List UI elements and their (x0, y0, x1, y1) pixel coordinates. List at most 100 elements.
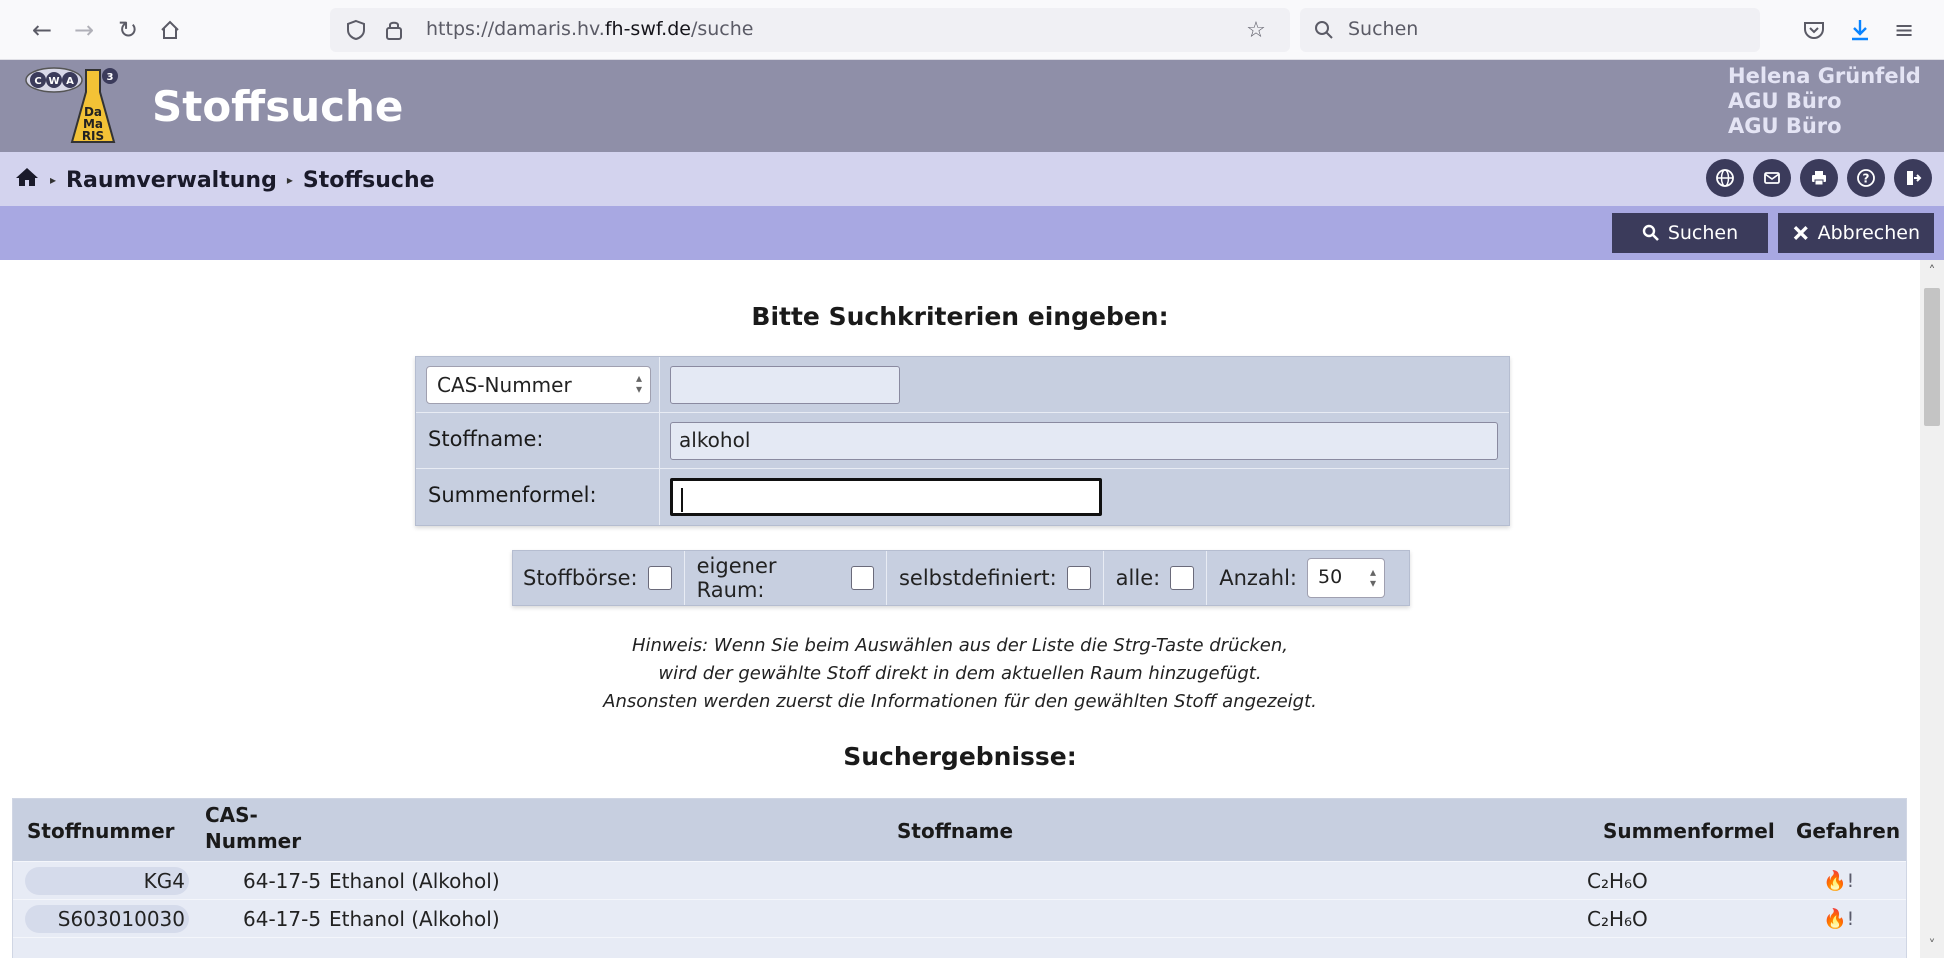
filter-anzahl: Anzahl: 50 ▴ ▾ (1219, 551, 1397, 605)
user-room: AGU Büro (1728, 114, 1842, 138)
breadcrumb: ▸ Raumverwaltung ▸ Stoffsuche (14, 166, 435, 194)
search-placeholder: Suchen (1348, 18, 1419, 40)
column-header-cas-line1[interactable]: CAS- (205, 803, 258, 827)
hint-line-1: Hinweis: Wenn Sie beim Auswählen aus der… (631, 635, 1289, 656)
user-info[interactable]: Helena Grünfeld AGU Büro AGU Büro (1728, 64, 1944, 139)
download-icon[interactable] (1842, 12, 1878, 48)
svg-text:A: A (66, 76, 74, 87)
close-icon (1793, 225, 1808, 241)
column-header-summenformel[interactable]: Summenformel (1603, 819, 1775, 843)
name-input[interactable]: alkohol (670, 422, 1498, 460)
cell-summenformel: C₂H₆O (1587, 907, 1648, 931)
scroll-up-icon[interactable]: ˄ (1924, 264, 1940, 280)
table-row[interactable]: KG4 64-17-5 Ethanol (Alkohol) C₂H₆O 🔥! (13, 861, 1906, 899)
search-criteria-panel: CAS-Nummer ▴ ▾ Stoffname: alkohol Summenf… (415, 356, 1510, 526)
damaris-logo: C W A 3 Da Ma RIS (24, 66, 144, 150)
globe-icon[interactable] (1706, 159, 1744, 197)
breadcrumb-separator-icon: ▸ (50, 173, 57, 187)
anzahl-select[interactable]: 50 ▴ ▾ (1307, 558, 1385, 598)
user-name: Helena Grünfeld (1728, 64, 1921, 88)
eigener-raum-label: eigener Raum: (696, 554, 777, 602)
formula-label: Summenformel: (428, 483, 597, 507)
criteria-row-id: CAS-Nummer ▴ ▾ (416, 357, 1509, 413)
help-icon[interactable]: ? (1847, 159, 1885, 197)
back-arrow-icon[interactable]: ← (24, 12, 60, 48)
menu-icon[interactable]: ≡ (1886, 12, 1922, 48)
select-arrows-icon: ▴ ▾ (635, 371, 642, 396)
home-icon[interactable] (14, 166, 40, 194)
cell-summenformel: C₂H₆O (1587, 869, 1648, 893)
name-label: Stoffname: (428, 427, 544, 451)
selbstdefiniert-checkbox[interactable] (1066, 566, 1091, 590)
column-header-gefahren: Gefahren (1796, 819, 1901, 843)
cancel-button-label: Abbrechen (1817, 222, 1920, 244)
shield-icon[interactable] (338, 12, 374, 48)
svg-text:RIS: RIS (82, 129, 104, 143)
column-header-stoffname[interactable]: Stoffname (897, 819, 1013, 843)
hint-line-2: wird der gewählte Stoff direkt in dem ak… (658, 663, 1262, 684)
browser-search-input[interactable]: Suchen (1300, 8, 1760, 52)
anzahl-value: 50 (1318, 566, 1343, 588)
alle-label: alle: (1115, 566, 1161, 590)
column-header-cas-line2[interactable]: Nummer (205, 829, 301, 853)
select-arrows-icon: ▴ ▾ (1369, 565, 1376, 590)
cell-stoffname: Ethanol (Alkohol) (329, 907, 500, 931)
id-value-input[interactable] (670, 366, 900, 404)
column-header-stoffnummer[interactable]: Stoffnummer (27, 819, 175, 843)
alle-checkbox[interactable] (1170, 566, 1195, 590)
breadcrumb-item-raumverwaltung[interactable]: Raumverwaltung (66, 168, 277, 193)
anzahl-label: Anzahl: (1219, 566, 1297, 590)
url-bar[interactable]: https://damaris.hv.fh-swf.de/suche ☆ (330, 8, 1290, 52)
table-row[interactable]: S603010030 64-17-5 Ethanol (Alkohol) C₂H… (13, 899, 1906, 937)
filter-alle: alle: (1116, 551, 1208, 605)
app-title: Stoffsuche (152, 82, 404, 131)
filter-selbstdefiniert: selbstdefiniert: (899, 551, 1104, 605)
search-button-label: Suchen (1667, 222, 1739, 244)
cancel-button[interactable]: Abbrechen (1778, 213, 1934, 253)
home-icon[interactable] (152, 12, 188, 48)
search-icon (1642, 224, 1659, 241)
stoffboerse-checkbox[interactable] (647, 566, 672, 590)
search-criteria-heading: Bitte Suchkriterien eingeben: (751, 302, 1169, 331)
breadcrumb-bar: ▸ Raumverwaltung ▸ Stoffsuche ? (0, 152, 1944, 206)
scroll-down-icon[interactable]: ˅ (1924, 938, 1940, 954)
divider (659, 357, 660, 412)
search-button[interactable]: Suchen (1612, 213, 1768, 253)
url-text: https://damaris.hv.fh-swf.de/suche (426, 18, 754, 40)
print-icon[interactable] (1800, 159, 1838, 197)
criteria-row-formula: Summenformel: (416, 469, 1509, 525)
scrollbar-thumb[interactable] (1924, 288, 1940, 426)
results-header-row: Stoffnummer CAS- Nummer Stoffname Summen… (13, 799, 1906, 861)
browser-toolbar: ← → ↻ https://damaris.hv.fh-swf.de/suche… (0, 0, 1944, 60)
svg-text:?: ? (1863, 172, 1870, 186)
forward-arrow-icon[interactable]: → (66, 12, 102, 48)
svg-text:C: C (34, 76, 41, 87)
eigener-raum-checkbox[interactable] (851, 566, 874, 590)
app-header: C W A 3 Da Ma RIS Stoffsuche Helena Grün… (0, 60, 1944, 152)
logout-icon[interactable] (1894, 159, 1932, 197)
pocket-icon[interactable] (1796, 12, 1832, 48)
id-type-select[interactable]: CAS-Nummer ▴ ▾ (426, 366, 651, 404)
user-department: AGU Büro (1728, 89, 1842, 113)
breadcrumb-item-stoffsuche: Stoffsuche (302, 167, 435, 193)
formula-input[interactable] (670, 478, 1102, 516)
results-heading: Suchergebnisse: (843, 742, 1077, 771)
id-type-selected-value: CAS-Nummer (437, 373, 572, 397)
main-content: Bitte Suchkriterien eingeben: CAS-Nummer… (0, 260, 1920, 958)
criteria-row-name: Stoffname: alkohol (416, 413, 1509, 469)
page-scrollbar[interactable]: ˄ ˅ (1920, 260, 1944, 958)
action-bar: Suchen Abbrechen (0, 206, 1944, 260)
table-row[interactable] (13, 937, 1906, 958)
divider (659, 413, 660, 468)
mail-icon[interactable] (1753, 159, 1791, 197)
hint-line-3: Ansonsten werden zuerst die Informatione… (603, 691, 1317, 712)
filter-bar: Stoffbörse: eigener Raum: selbstdefinier… (512, 550, 1410, 606)
reload-icon[interactable]: ↻ (110, 12, 146, 48)
bookmark-star-icon[interactable]: ☆ (1238, 12, 1274, 48)
selbstdefiniert-label: selbstdefiniert: (898, 566, 1057, 590)
filter-eigener-raum: eigener Raum: (697, 551, 887, 605)
lock-icon[interactable] (376, 12, 412, 48)
stoffboerse-label: Stoffbörse: (523, 566, 638, 590)
filter-stoffboerse: Stoffbörse: (523, 551, 685, 605)
cell-stoffnummer: S603010030 (57, 907, 185, 931)
